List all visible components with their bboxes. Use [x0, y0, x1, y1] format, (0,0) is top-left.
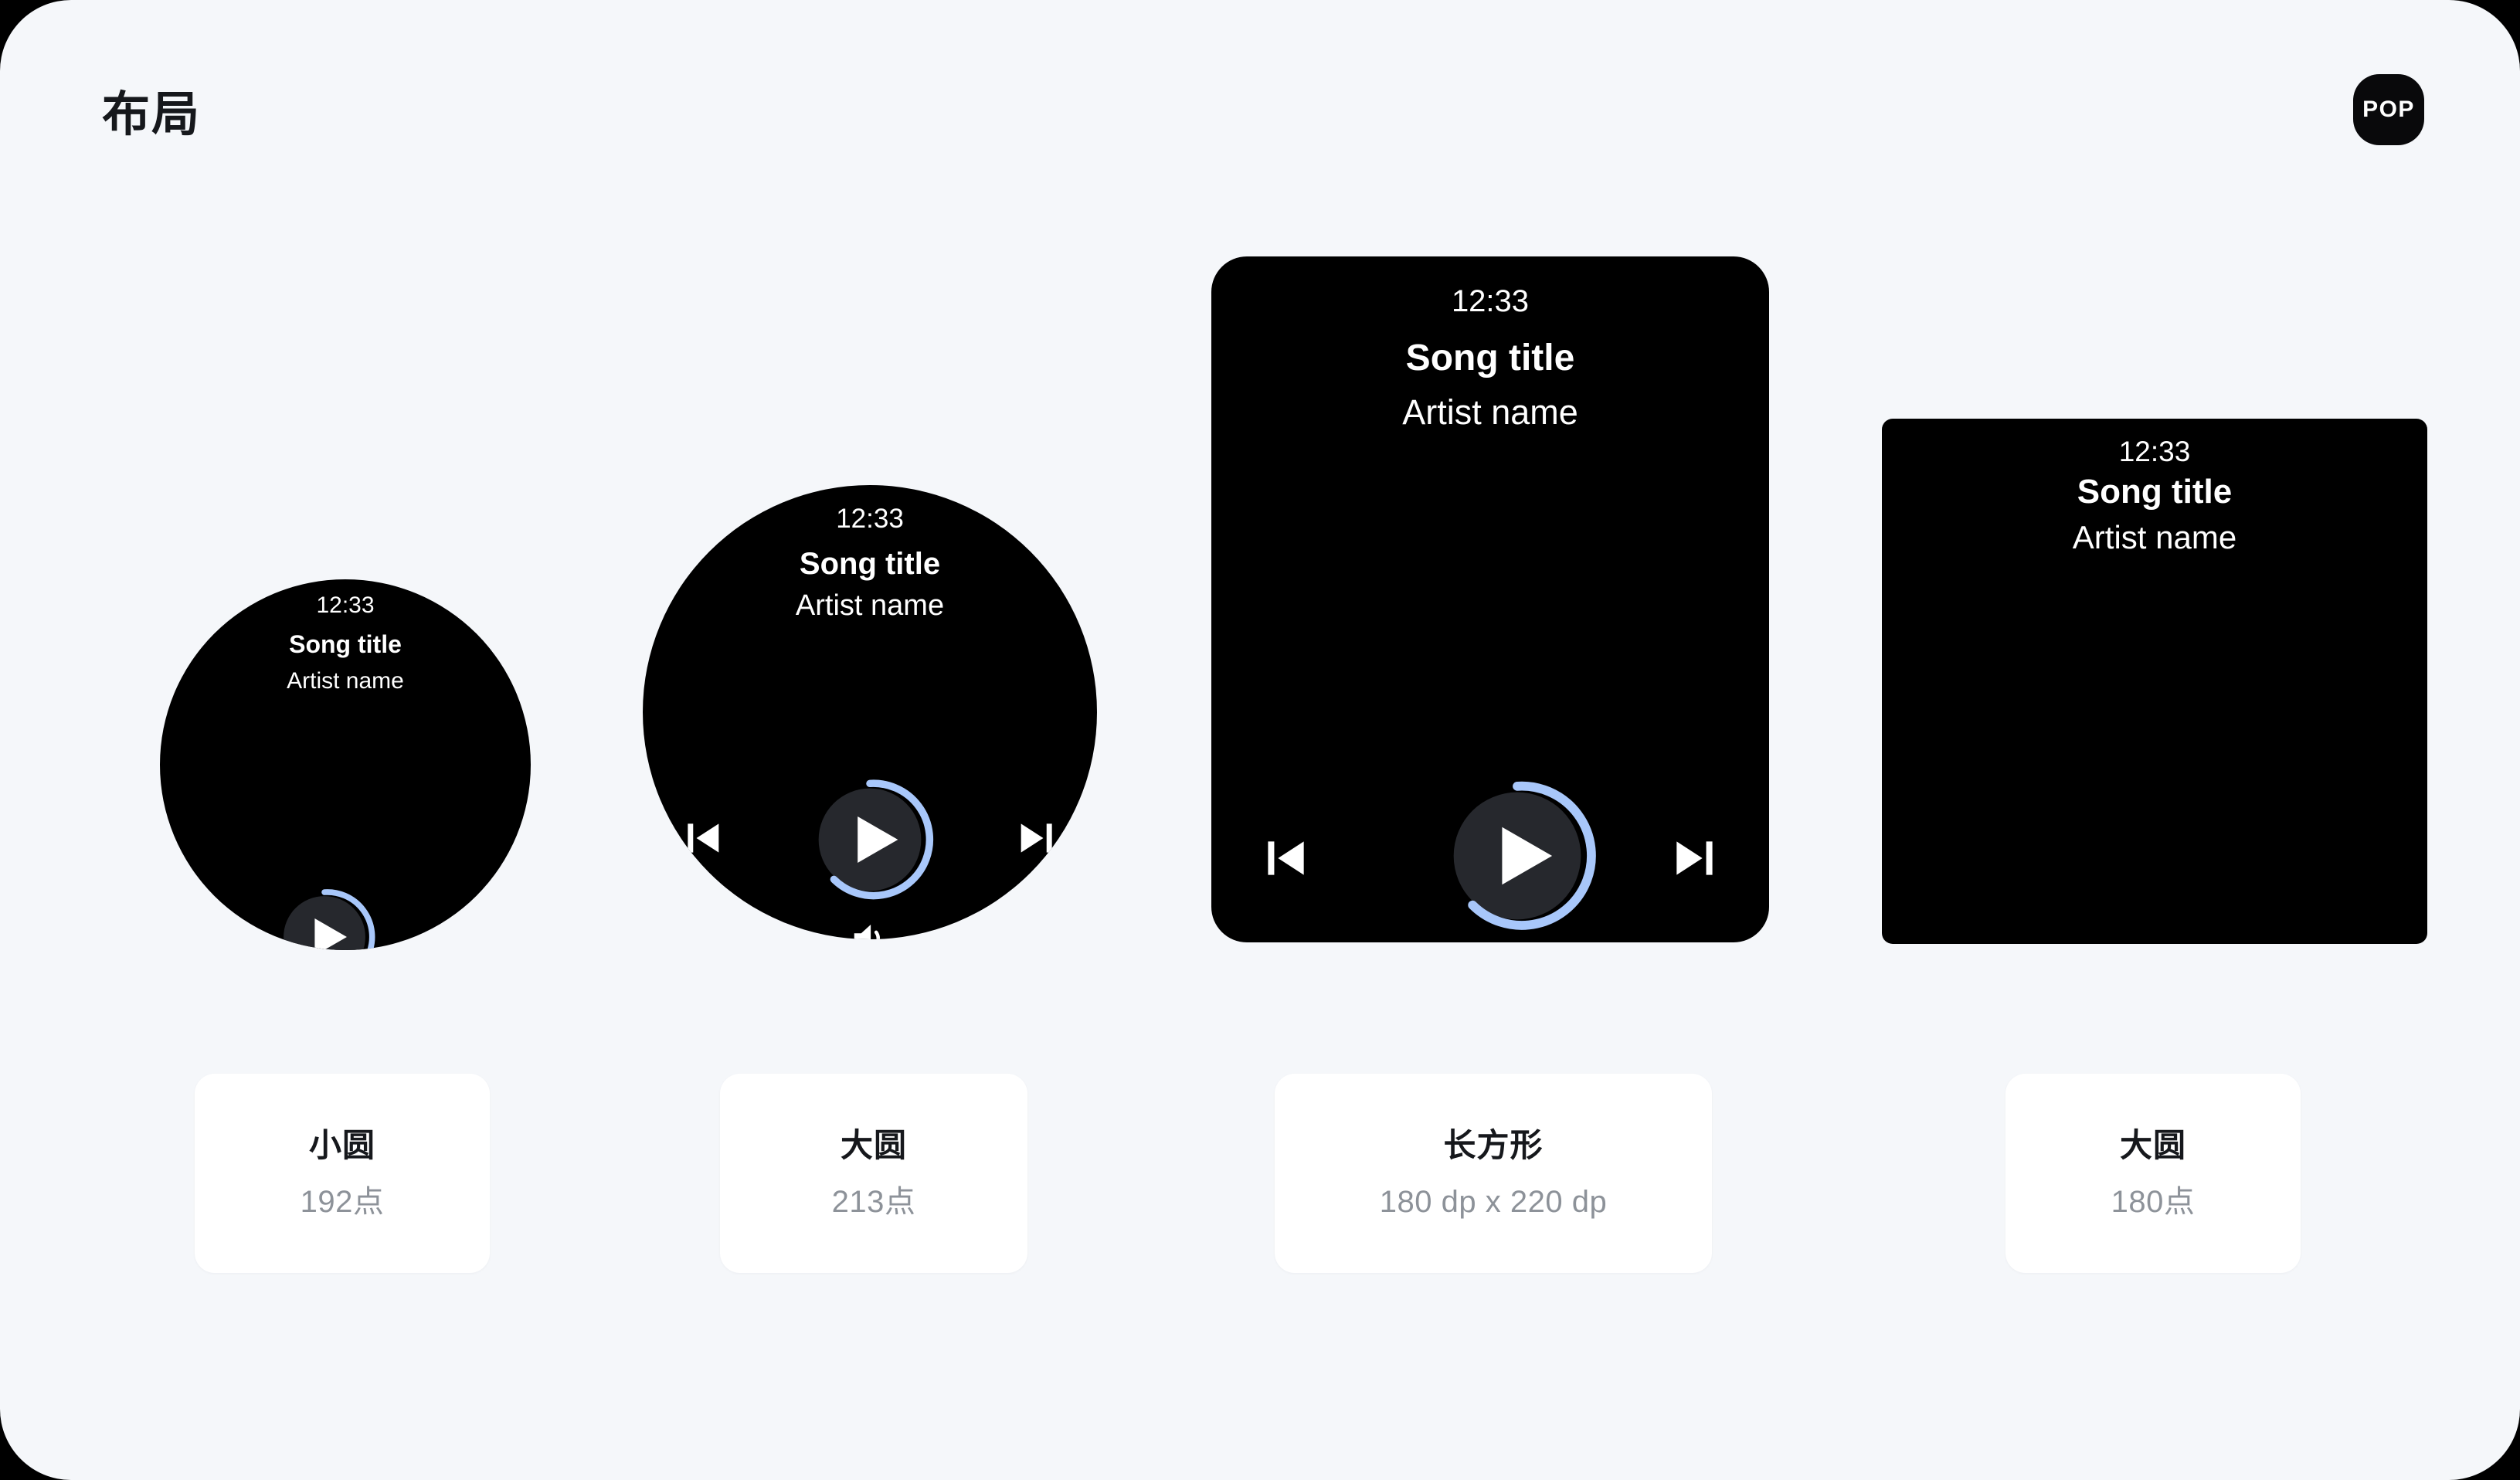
spec-card-title: 大圆 — [840, 1127, 907, 1163]
device-preview-small-round: 12:33 Song title Artist name — [160, 579, 531, 950]
song-title: Song title — [1405, 338, 1575, 378]
play-button[interactable] — [809, 779, 934, 901]
song-title: Song title — [289, 630, 402, 658]
spec-card-subtitle: 180 dp x 220 dp — [1379, 1185, 1608, 1219]
artist-name: Artist name — [2072, 519, 2237, 555]
status-time: 12:33 — [316, 592, 375, 618]
spec-card-rectangle: 长方形 180 dp x 220 dp — [1275, 1074, 1712, 1273]
status-time: 12:33 — [2118, 436, 2191, 467]
artist-name: Artist name — [287, 668, 404, 694]
page-title: 布局 — [102, 88, 202, 141]
pop-logo-text: POP — [2362, 97, 2415, 122]
spec-card-subtitle: 180点 — [2111, 1185, 2196, 1219]
previous-track-icon[interactable] — [678, 813, 727, 863]
next-track-icon[interactable] — [472, 919, 512, 950]
spec-card-large-round: 大圆 213点 — [720, 1074, 1027, 1273]
song-title: Song title — [799, 547, 941, 581]
play-button[interactable] — [1442, 780, 1596, 932]
play-button[interactable] — [276, 888, 375, 950]
artist-name: Artist name — [1402, 392, 1578, 432]
spec-card-subtitle: 213点 — [831, 1185, 916, 1219]
status-time: 12:33 — [1451, 284, 1530, 318]
previous-track-icon[interactable] — [178, 919, 219, 950]
device-preview-rectangle: 12:33 Song title Artist name — [1211, 256, 1769, 942]
next-track-icon[interactable] — [1013, 813, 1062, 863]
device-preview-square: 12:33 Song title Artist name — [1882, 419, 2427, 944]
device-preview-large-round: 12:33 Song title Artist name — [643, 485, 1097, 939]
status-time: 12:33 — [836, 504, 904, 534]
volume-icon[interactable] — [849, 918, 891, 939]
spec-card-title: 长方形 — [1443, 1127, 1544, 1163]
spec-card-title: 小圆 — [308, 1127, 375, 1163]
spec-card-square: 大圆 180点 — [2005, 1074, 2301, 1273]
spec-card-subtitle: 192点 — [300, 1185, 385, 1219]
spec-card-small-round: 小圆 192点 — [195, 1074, 490, 1273]
next-track-icon[interactable] — [1667, 830, 1724, 887]
song-title: Song title — [2077, 473, 2233, 511]
spec-card-title: 大圆 — [2119, 1127, 2186, 1163]
artist-name: Artist name — [795, 589, 945, 622]
layout-spec-canvas: 布局 POP 12:33 Song title Artist name 12:3… — [0, 0, 2520, 1480]
previous-track-icon[interactable] — [1256, 830, 1313, 887]
pop-logo-badge: POP — [2353, 74, 2424, 145]
